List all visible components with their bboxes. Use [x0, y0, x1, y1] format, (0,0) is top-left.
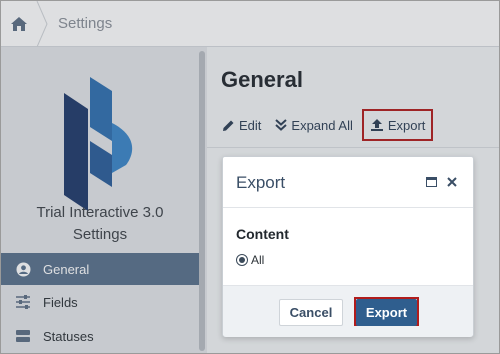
- sidebar-item-label: General: [43, 261, 90, 277]
- export-toolbar-button[interactable]: Export: [361, 109, 434, 141]
- cancel-button[interactable]: Cancel: [279, 299, 343, 326]
- sidebar-scrollbar[interactable]: [199, 51, 205, 351]
- double-chevron-down-icon: [275, 119, 288, 131]
- export-button[interactable]: Export: [356, 299, 417, 326]
- export-toolbar-label: Export: [387, 117, 426, 133]
- radio-button-selected[interactable]: [236, 254, 248, 266]
- edit-button[interactable]: Edit: [215, 109, 268, 141]
- dialog-body: Content All: [236, 226, 289, 267]
- toolbar-divider: [207, 147, 499, 148]
- sidebar-item-fields[interactable]: Fields: [1, 286, 199, 318]
- expand-all-button[interactable]: Expand All: [268, 109, 359, 141]
- breadcrumb-separator-icon: [36, 1, 48, 47]
- radio-label: All: [251, 253, 265, 267]
- dialog-title: Export: [236, 173, 286, 192]
- export-dialog: Export Content All Cancel Export: [222, 156, 474, 337]
- sidebar-title-line1: Trial Interactive 3.0: [36, 204, 164, 221]
- maximize-icon[interactable]: [426, 177, 437, 187]
- server-icon: [15, 328, 31, 344]
- pencil-icon: [222, 119, 235, 132]
- dialog-footer: Cancel Export: [223, 285, 473, 337]
- radio-option-all[interactable]: All: [236, 253, 289, 267]
- sidebar-item-statuses[interactable]: Statuses: [1, 320, 199, 352]
- home-icon[interactable]: [1, 1, 37, 47]
- close-icon[interactable]: [446, 176, 458, 188]
- sidebar-item-label: Fields: [43, 294, 78, 310]
- breadcrumb-current[interactable]: Settings: [58, 15, 112, 32]
- app-window: Settings Trial Interactive 3.0 Settings …: [0, 0, 500, 354]
- top-bar: Settings: [1, 1, 499, 47]
- page-title: General: [221, 67, 303, 92]
- trial-interactive-logo: [64, 77, 133, 211]
- edit-label: Edit: [239, 117, 262, 133]
- upload-icon: [370, 118, 384, 132]
- toolbar: Edit Expand All Export: [215, 109, 434, 141]
- sidebar-title: Trial Interactive 3.0 Settings: [1, 202, 199, 246]
- radio-dot: [239, 257, 245, 263]
- dialog-header: Export: [223, 157, 473, 208]
- sidebar: Trial Interactive 3.0 Settings General F…: [1, 47, 207, 353]
- sidebar-item-general[interactable]: General: [1, 253, 199, 285]
- sliders-icon: [15, 294, 31, 310]
- expand-all-label: Expand All: [291, 117, 353, 133]
- sidebar-title-line2: Settings: [72, 226, 128, 243]
- user-circle-icon: [15, 261, 31, 277]
- sidebar-item-label: Statuses: [43, 328, 94, 344]
- content-section-label: Content: [236, 226, 289, 242]
